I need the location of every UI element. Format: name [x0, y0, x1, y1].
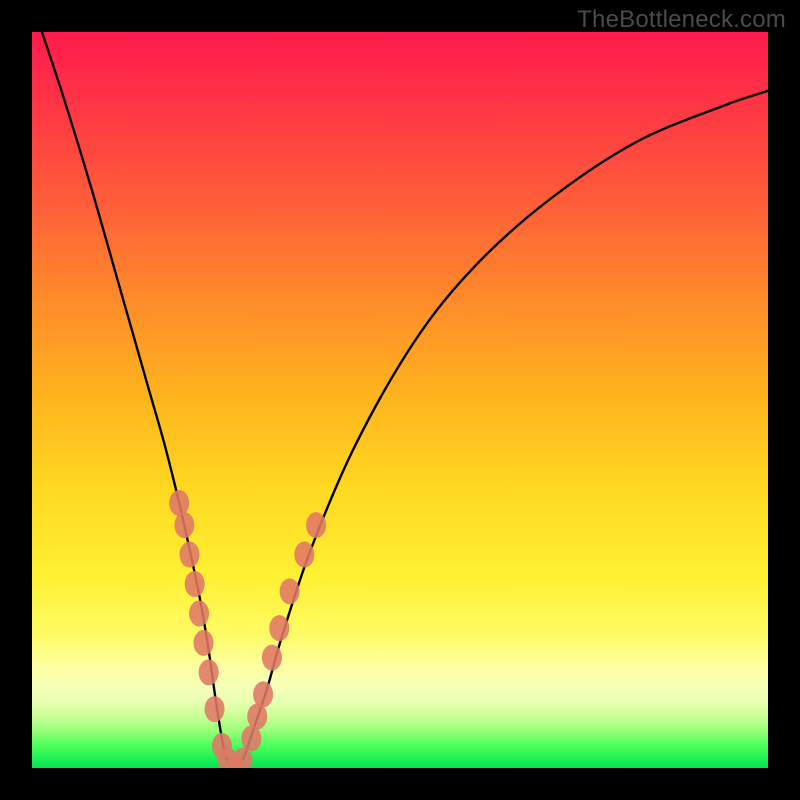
marker-bead [262, 645, 282, 671]
marker-bead [306, 512, 326, 538]
marker-bead [199, 659, 219, 685]
watermark-text: TheBottleneck.com [577, 6, 786, 34]
marker-bead [185, 571, 205, 597]
marker-bead [174, 512, 194, 538]
marker-bead [189, 600, 209, 626]
curve-layer [32, 32, 768, 768]
marker-bead [241, 726, 261, 752]
marker-bead [180, 542, 200, 568]
marker-bead [269, 615, 289, 641]
plot-area [32, 32, 768, 768]
bottleneck-curve [32, 32, 768, 768]
marker-bead [280, 578, 300, 604]
marker-bead [169, 490, 189, 516]
chart-frame: TheBottleneck.com [0, 0, 800, 800]
highlight-beads [169, 490, 326, 768]
marker-bead [253, 681, 273, 707]
marker-bead [193, 630, 213, 656]
marker-bead [205, 696, 225, 722]
marker-bead [247, 703, 267, 729]
marker-bead [294, 542, 314, 568]
